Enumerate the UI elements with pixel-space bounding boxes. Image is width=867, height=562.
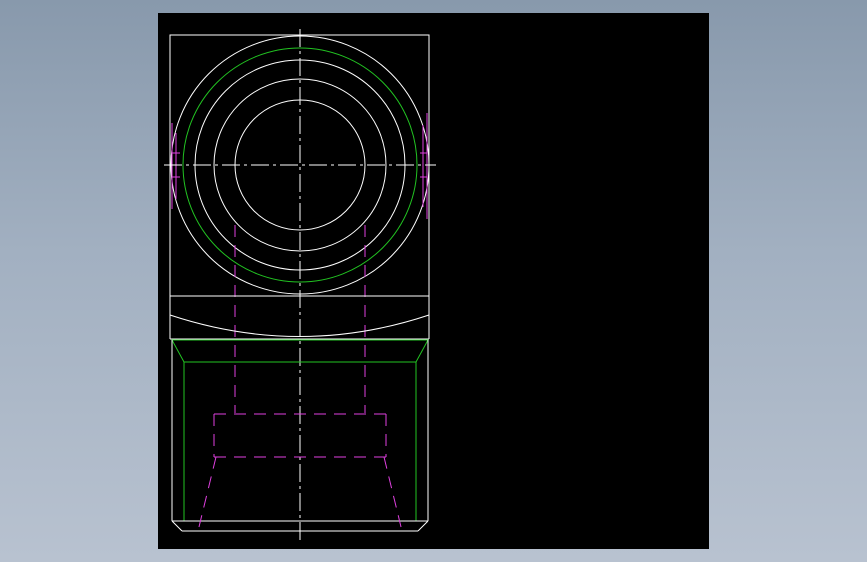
cad-viewport[interactable] [158,13,709,549]
left-side-port [171,123,180,209]
right-side-port [420,113,428,219]
technical-drawing [164,29,436,543]
